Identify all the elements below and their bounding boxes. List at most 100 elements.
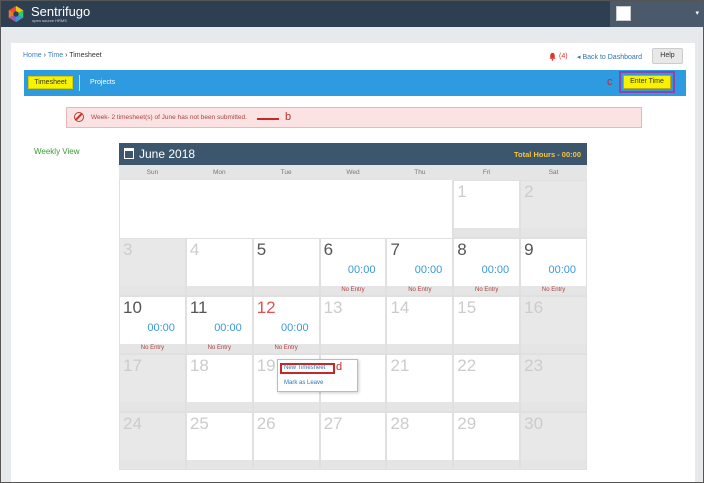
day-status	[320, 460, 386, 469]
calendar-day-cell[interactable]: 16	[520, 296, 588, 354]
day-hours: 00:00	[214, 322, 242, 334]
calendar-day-cell[interactable]: 14	[386, 296, 454, 354]
notification-count[interactable]: (4)	[559, 53, 568, 60]
day-number: 29	[457, 414, 477, 433]
calendar-day-cell[interactable]: 13	[319, 296, 387, 354]
day-status	[120, 286, 185, 295]
weekly-view-link[interactable]: Weekly View	[34, 147, 80, 156]
calendar-day-cell[interactable]: 26	[252, 412, 320, 470]
calendar-day-cell[interactable]: 15	[453, 296, 521, 354]
calendar-day-cell[interactable]: 29	[453, 412, 521, 470]
calendar-day-cell[interactable]	[252, 180, 320, 238]
calendar-day-cell[interactable]: 27	[319, 412, 387, 470]
calendar-day-cell[interactable]	[119, 180, 186, 238]
enter-time-button[interactable]: Enter Time	[623, 75, 671, 89]
calendar-day-cell[interactable]: 25	[185, 412, 253, 470]
calendar-day-cell[interactable]: 22	[453, 354, 521, 412]
day-number: 11	[189, 298, 208, 317]
calendar-day-cell[interactable]	[319, 180, 387, 238]
day-number: 21	[390, 356, 410, 375]
day-status	[521, 402, 587, 411]
calendar-day-cell[interactable]: 7 00:00 No Entry	[386, 238, 454, 296]
calendar-day-cell[interactable]: 11 00:00 No Entry	[185, 296, 253, 354]
day-number: 15	[457, 298, 477, 317]
breadcrumb-time[interactable]: Time	[48, 52, 63, 59]
day-status	[186, 286, 252, 295]
day-status	[120, 460, 185, 469]
calendar-day-cell[interactable]: 4	[185, 238, 253, 296]
day-status	[454, 460, 520, 469]
day-number: 6	[323, 240, 334, 259]
day-number: 4	[189, 240, 200, 259]
calendar-day-cell[interactable]: 23	[520, 354, 588, 412]
ban-icon	[74, 112, 84, 122]
calendar-day-cell[interactable]: 30	[520, 412, 588, 470]
help-button[interactable]: Help	[652, 48, 683, 64]
day-status	[387, 402, 453, 411]
day-status	[521, 344, 587, 353]
avatar[interactable]	[616, 6, 631, 21]
chevron-down-icon[interactable]: ▾	[695, 9, 699, 17]
calendar-day-cell[interactable]: 1	[453, 180, 521, 238]
day-number: 17	[123, 356, 142, 375]
main-panel: Home › Time › Timesheet (4) ◂ Back to Da…	[11, 43, 695, 482]
calendar-day-cell[interactable]	[185, 180, 253, 238]
enter-time-highlight: Enter Time	[619, 71, 675, 93]
day-number: 1	[457, 182, 467, 201]
bell-icon[interactable]	[548, 52, 557, 61]
calendar-day-cell[interactable]: 6 00:00 No Entry	[319, 238, 387, 296]
day-hours: 00:00	[481, 264, 510, 276]
back-to-dashboard-link[interactable]: ◂ Back to Dashboard	[577, 53, 642, 61]
calendar-day-cell[interactable]: 24	[119, 412, 186, 470]
app-name: Sentrifugo	[31, 4, 91, 19]
day-number: 2	[524, 182, 534, 201]
tab-projects[interactable]: Projects	[90, 79, 115, 86]
day-hours: 00:00	[548, 264, 577, 276]
day-status	[253, 402, 319, 411]
day-status	[320, 402, 386, 411]
day-hours: 00:00	[147, 322, 175, 334]
day-status	[454, 344, 520, 353]
day-number: 9	[524, 240, 534, 259]
day-number: 13	[323, 298, 343, 317]
new-timesheet-menu-item[interactable]: New Timesheet	[280, 363, 335, 374]
calendar-day-cell[interactable]: 21	[386, 354, 454, 412]
day-number: 16	[524, 298, 544, 317]
breadcrumb-current: Timesheet	[69, 52, 102, 59]
breadcrumb-home[interactable]: Home	[23, 52, 42, 59]
submission-alert: Week- 2 timesheet(s) of June has not bee…	[66, 107, 642, 128]
calendar-day-cell[interactable]: 9 00:00 No Entry	[520, 238, 588, 296]
day-status: No Entry	[320, 286, 386, 295]
app-tagline: open source HRMS	[32, 18, 67, 23]
app-frame: Sentrifugo open source HRMS ▾ Home › Tim…	[0, 0, 704, 483]
breadcrumb-separator: ›	[65, 52, 68, 59]
total-hours: Total Hours - 00:00	[514, 150, 581, 159]
calendar-day-cell[interactable]: 10 00:00 No Entry	[119, 296, 186, 354]
calendar-day-cell[interactable]: 3	[119, 238, 186, 296]
day-number: 26	[256, 414, 276, 433]
calendar-day-cell[interactable]: 8 00:00 No Entry	[453, 238, 521, 296]
user-menu[interactable]: ▾	[610, 1, 703, 27]
day-number: 12	[256, 298, 276, 317]
tab-timesheet[interactable]: Timesheet	[28, 76, 73, 89]
calendar-day-cell[interactable]: 17	[119, 354, 186, 412]
day-status	[186, 460, 252, 469]
calendar-header: June 2018 Total Hours - 00:00	[119, 143, 587, 165]
calendar-day-cell[interactable]	[386, 180, 454, 238]
calendar-day-cell[interactable]: 18	[185, 354, 253, 412]
calendar-day-cell[interactable]: 28	[386, 412, 454, 470]
calendar-day-cell[interactable]: 5	[252, 238, 320, 296]
day-status: No Entry	[120, 344, 185, 353]
day-status: No Entry	[521, 286, 587, 295]
mark-as-leave-menu-item[interactable]: Mark as Leave	[284, 380, 323, 386]
calendar-day-cell[interactable]: 12 00:00 No Entry	[252, 296, 320, 354]
day-number: 7	[390, 240, 400, 259]
weekday-label: Mon	[212, 169, 226, 176]
annotation-line	[257, 118, 279, 120]
breadcrumb: Home › Time › Timesheet	[23, 52, 102, 59]
day-number: 23	[524, 356, 544, 375]
calendar-day-cell[interactable]: 2	[520, 180, 588, 238]
day-status	[320, 344, 386, 353]
day-status	[521, 228, 587, 237]
day-hours: 00:00	[414, 264, 443, 276]
